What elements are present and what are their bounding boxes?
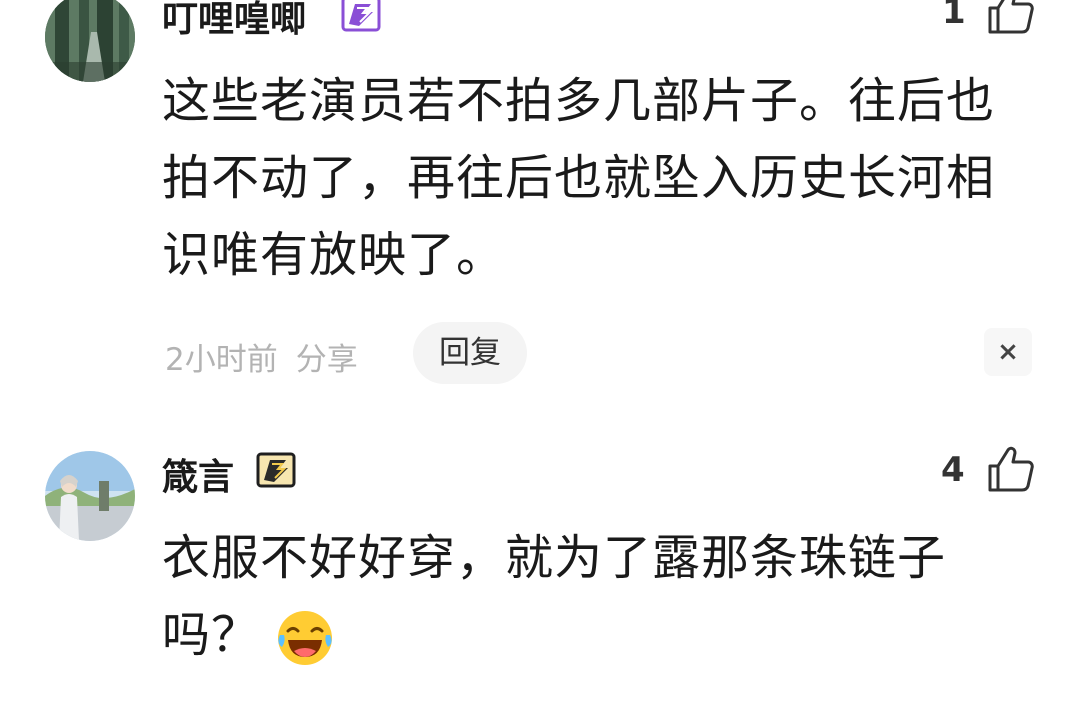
- like-count: 4: [941, 450, 965, 490]
- comment-text-line: 吗？: [162, 597, 1042, 674]
- close-icon[interactable]: ×: [984, 328, 1032, 376]
- comment-text: 这些老演员若不拍多几部片子。往后也 拍不动了，再往后也就坠入历史长河相 识唯有放…: [162, 63, 1042, 294]
- thumbs-up-icon[interactable]: [986, 444, 1036, 494]
- avatar[interactable]: [45, 0, 135, 82]
- timestamp: 2小时前: [165, 342, 278, 378]
- comment-text-line: 这些老演员若不拍多几部片子。往后也: [162, 73, 996, 129]
- thumbs-up-icon[interactable]: [986, 0, 1036, 36]
- username[interactable]: 箴言: [162, 448, 234, 500]
- comment-meta: 2小时前 分享: [165, 334, 376, 379]
- level-badge-icon: [256, 452, 296, 488]
- comment-text: 衣服不好好穿，就为了露那条珠链子 吗？: [162, 520, 1042, 674]
- comment-text-line: 拍不动了，再往后也就坠入历史长河相: [162, 150, 996, 206]
- avatar[interactable]: [45, 451, 135, 541]
- comment-item: 叮哩喤唧 1 这些老演员若不拍多几部片子。往后也 拍不动了，再往后也就坠入历史长…: [0, 0, 1080, 400]
- comment-text-line: 衣服不好好穿，就为了露那条珠链子: [162, 530, 947, 586]
- username[interactable]: 叮哩喤唧: [162, 0, 306, 42]
- share-link[interactable]: 分享: [296, 342, 358, 378]
- comment-text-line: 识唯有放映了。: [162, 227, 506, 283]
- level-badge-icon: [341, 0, 381, 32]
- comment-item: 箴言 4 衣服不好好穿，就为了露那条珠链子 吗？: [0, 400, 1080, 720]
- comment-feed: 叮哩喤唧 1 这些老演员若不拍多几部片子。往后也 拍不动了，再往后也就坠入历史长…: [0, 0, 1080, 720]
- like-count: 1: [942, 0, 966, 32]
- reply-button[interactable]: 回复: [413, 322, 527, 384]
- laughing-tears-emoji-icon: [278, 611, 333, 665]
